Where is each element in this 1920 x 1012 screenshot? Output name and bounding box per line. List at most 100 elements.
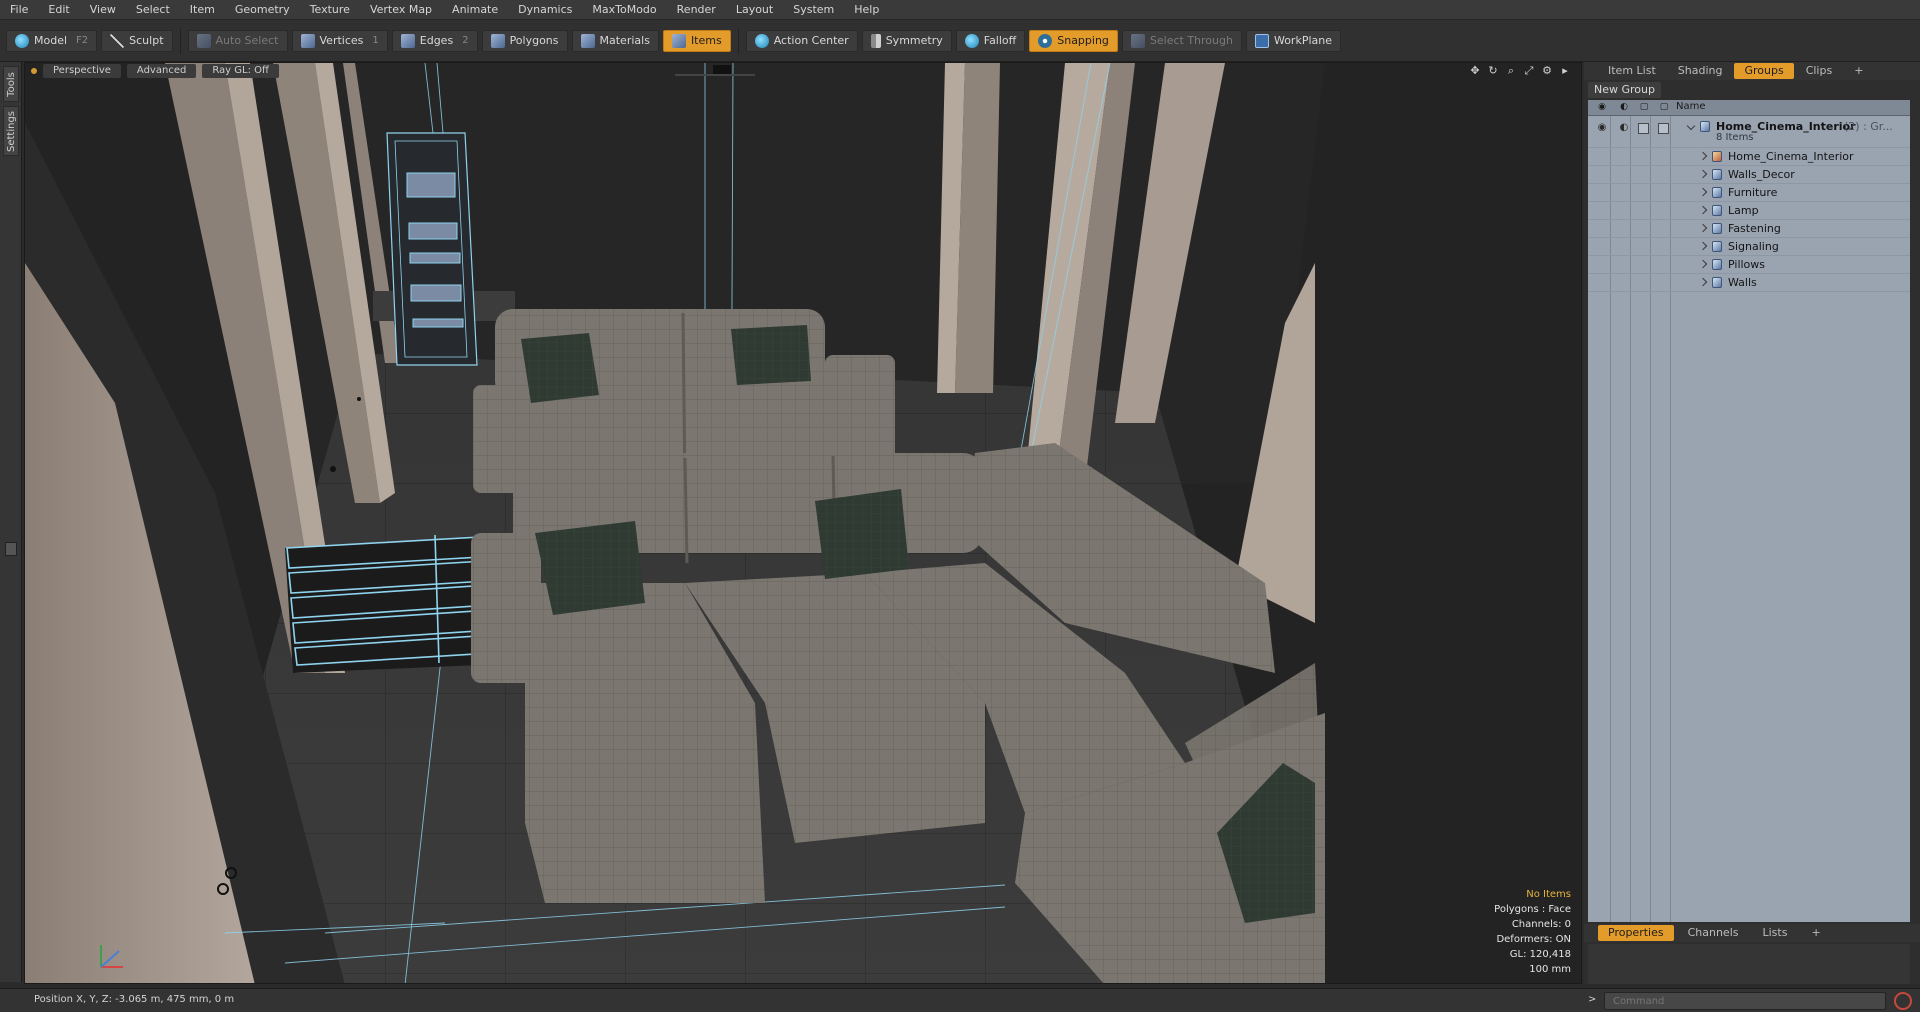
chevron-right-icon[interactable]: [1698, 151, 1708, 161]
visibility-eye-icon[interactable]: ◉: [1596, 102, 1608, 113]
action-center-button[interactable]: Action Center: [745, 29, 858, 52]
group-count: (2) : Gr...: [1844, 120, 1893, 133]
command-input[interactable]: [1604, 992, 1886, 1010]
menu-edit[interactable]: Edit: [38, 0, 79, 20]
maximize-icon[interactable]: ⤢: [1523, 65, 1535, 77]
pan-icon[interactable]: ✥: [1469, 65, 1481, 77]
auto-select-icon: [196, 33, 211, 48]
falloff-button[interactable]: Falloff: [955, 29, 1026, 52]
menu-dynamics[interactable]: Dynamics: [508, 0, 582, 20]
menu-texture[interactable]: Texture: [300, 0, 360, 20]
rotate-icon[interactable]: ↻: [1487, 65, 1499, 77]
shading-mode-dropdown[interactable]: Advanced: [126, 64, 197, 78]
toolbar-divider: [179, 27, 181, 54]
model-mode-button[interactable]: Model F2: [6, 29, 98, 52]
group-icon: [1712, 187, 1722, 198]
gl-poly-count: GL: 120,418: [1509, 949, 1571, 960]
group-row[interactable]: Walls_Decor: [1588, 166, 1910, 184]
add-tab-icon[interactable]: +: [1844, 63, 1873, 79]
eye-icon[interactable]: ◉: [1596, 122, 1608, 134]
menu-geometry[interactable]: Geometry: [225, 0, 300, 20]
menu-file[interactable]: File: [0, 0, 38, 20]
menu-render[interactable]: Render: [667, 0, 726, 20]
new-group-button[interactable]: New Group: [1588, 82, 1661, 98]
tab-channels[interactable]: Channels: [1678, 925, 1749, 941]
menu-layout[interactable]: Layout: [726, 0, 783, 20]
vertices-button[interactable]: Vertices 1: [291, 29, 388, 52]
scene-render[interactable]: [25, 63, 1582, 984]
menu-help[interactable]: Help: [844, 0, 889, 20]
group-row[interactable]: Lamp: [1588, 202, 1910, 220]
add-tab-icon[interactable]: +: [1801, 925, 1830, 941]
tab-groups[interactable]: Groups: [1734, 63, 1794, 79]
zoom-icon[interactable]: ⌕: [1505, 65, 1517, 77]
workplane-button[interactable]: WorkPlane: [1245, 29, 1341, 52]
group-row-root[interactable]: ◉ ◐ Home_Cinema_Interior (2) : Gr... 8 I…: [1588, 118, 1910, 148]
tab-properties[interactable]: Properties: [1598, 925, 1674, 941]
group-child-label: Pillows: [1728, 258, 1766, 271]
chevron-right-icon[interactable]: [1698, 187, 1708, 197]
gear-icon[interactable]: ⚙: [1541, 65, 1553, 77]
chevron-right-icon[interactable]: [1698, 277, 1708, 287]
tab-tools[interactable]: Tools: [3, 66, 19, 102]
vertices-icon: [300, 33, 315, 48]
menu-bar: File Edit View Select Item Geometry Text…: [0, 0, 1920, 20]
chevron-right-icon[interactable]: [1698, 223, 1708, 233]
render-icon[interactable]: ◐: [1618, 102, 1630, 113]
items-button[interactable]: Items: [662, 29, 731, 52]
edges-button[interactable]: Edges 2: [391, 29, 478, 52]
render-toggle-icon[interactable]: ◐: [1618, 122, 1630, 134]
materials-button[interactable]: Materials: [571, 29, 659, 52]
chevron-right-icon[interactable]: [1698, 241, 1708, 251]
group-row[interactable]: Pillows: [1588, 256, 1910, 274]
chevron-right-icon[interactable]: [1698, 169, 1708, 179]
tab-item-list[interactable]: Item List: [1598, 63, 1666, 79]
group-icon: [1712, 205, 1722, 216]
ray-gl-toggle[interactable]: Ray GL: Off: [202, 64, 279, 78]
tab-clips[interactable]: Clips: [1796, 63, 1843, 79]
viewport-info-overlay: No Items Polygons : Face Channels: 0 Def…: [1494, 887, 1571, 977]
polygons-button[interactable]: Polygons: [481, 29, 568, 52]
falloff-icon: [964, 33, 979, 48]
menu-item[interactable]: Item: [180, 0, 225, 20]
menu-view[interactable]: View: [80, 0, 126, 20]
select-icon[interactable]: ▢: [1658, 102, 1670, 113]
group-row[interactable]: Signaling: [1588, 238, 1910, 256]
auto-select-button[interactable]: Auto Select: [187, 29, 288, 52]
status-bar: Position X, Y, Z: -3.065 m, 475 mm, 0 m …: [0, 988, 1920, 1012]
tab-lists[interactable]: Lists: [1753, 925, 1798, 941]
expand-arrow-icon[interactable]: ▸: [1559, 65, 1571, 77]
grid-scale: 100 mm: [1529, 964, 1571, 975]
tab-settings[interactable]: Settings: [3, 106, 19, 156]
command-history-icon[interactable]: [1894, 992, 1912, 1010]
lock-icon[interactable]: ▢: [1638, 102, 1650, 113]
chevron-down-icon[interactable]: [1686, 121, 1696, 131]
group-row[interactable]: Fastening: [1588, 220, 1910, 238]
group-row[interactable]: Furniture: [1588, 184, 1910, 202]
select-through-icon: [1130, 33, 1145, 48]
groups-list: ◉ ◐ ▢ ▢ Name ◉ ◐ Home_Cinema_Interior (2…: [1588, 100, 1910, 922]
group-row[interactable]: Home_Cinema_Interior: [1588, 148, 1910, 166]
menu-maxtomodo[interactable]: MaxToModo: [582, 0, 666, 20]
group-child-label: Signaling: [1728, 240, 1779, 253]
select-through-button[interactable]: Select Through: [1121, 29, 1242, 52]
chevron-right-icon[interactable]: [1698, 205, 1708, 215]
3d-viewport[interactable]: Perspective Advanced Ray GL: Off ✥ ↻ ⌕ ⤢…: [24, 62, 1582, 984]
symmetry-button[interactable]: Symmetry: [861, 29, 952, 52]
menu-system[interactable]: System: [783, 0, 844, 20]
command-prompt: >: [1588, 994, 1597, 1005]
select-checkbox[interactable]: [1658, 123, 1669, 134]
tab-shading[interactable]: Shading: [1668, 63, 1733, 79]
view-type-dropdown[interactable]: Perspective: [43, 64, 121, 78]
panel-collapse-handle[interactable]: [5, 542, 17, 556]
snapping-button[interactable]: Snapping: [1029, 29, 1118, 52]
menu-vertex-map[interactable]: Vertex Map: [360, 0, 442, 20]
sculpt-mode-button[interactable]: Sculpt: [101, 29, 173, 52]
group-row[interactable]: Walls: [1588, 274, 1910, 292]
toolbar-divider: [737, 27, 739, 54]
menu-select[interactable]: Select: [126, 0, 180, 20]
menu-animate[interactable]: Animate: [442, 0, 508, 20]
lock-checkbox[interactable]: [1638, 123, 1649, 134]
chevron-right-icon[interactable]: [1698, 259, 1708, 269]
group-child-label: Walls_Decor: [1728, 168, 1795, 181]
